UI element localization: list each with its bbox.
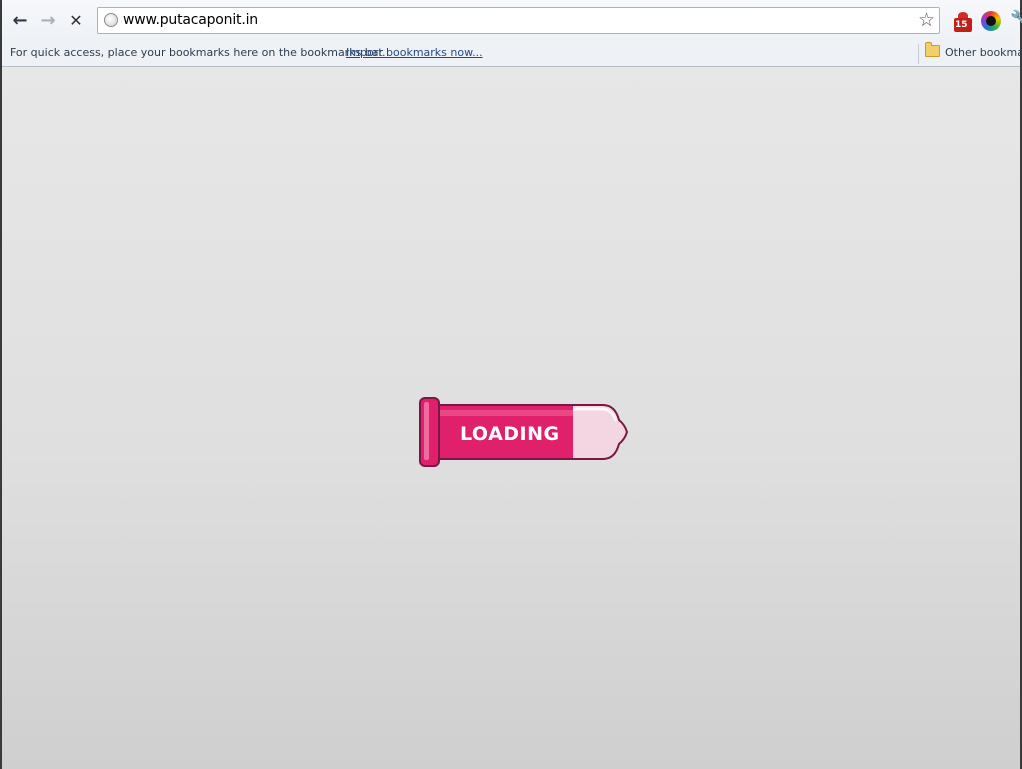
folder-icon bbox=[925, 42, 940, 57]
globe-icon bbox=[104, 13, 118, 27]
bookmarks-bar-message: For quick access, place your bookmarks h… bbox=[10, 46, 386, 59]
address-bar[interactable]: www.putacaponit.in ☆ bbox=[97, 7, 940, 34]
stop-icon[interactable]: ✕ bbox=[64, 8, 88, 32]
color-wheel-extension-icon[interactable] bbox=[981, 11, 1001, 31]
back-arrow-icon[interactable]: ← bbox=[8, 8, 32, 32]
loading-indicator: LOADING bbox=[417, 396, 629, 468]
wrench-menu-icon[interactable]: 🔧 bbox=[1010, 9, 1022, 28]
url-text[interactable]: www.putacaponit.in bbox=[123, 12, 258, 28]
loading-label: LOADING bbox=[460, 423, 560, 445]
bookmarks-divider bbox=[918, 44, 919, 64]
page-content: LOADING bbox=[2, 67, 1020, 769]
bookmarks-bar: For quick access, place your bookmarks h… bbox=[2, 41, 1022, 67]
forward-arrow-icon[interactable]: → bbox=[36, 8, 60, 32]
gift-extension-icon[interactable]: 15 bbox=[952, 12, 974, 34]
extension-badge: 15 bbox=[955, 20, 968, 30]
color-wheel-center bbox=[986, 16, 996, 26]
other-bookmarks-button[interactable]: Other bookmark bbox=[945, 46, 1022, 59]
bookmark-star-icon[interactable]: ☆ bbox=[918, 9, 935, 31]
import-bookmarks-link[interactable]: Import bookmarks now... bbox=[346, 46, 483, 59]
browser-toolbar: ← → ✕ www.putacaponit.in ☆ 15 🔧 bbox=[2, 0, 1022, 41]
